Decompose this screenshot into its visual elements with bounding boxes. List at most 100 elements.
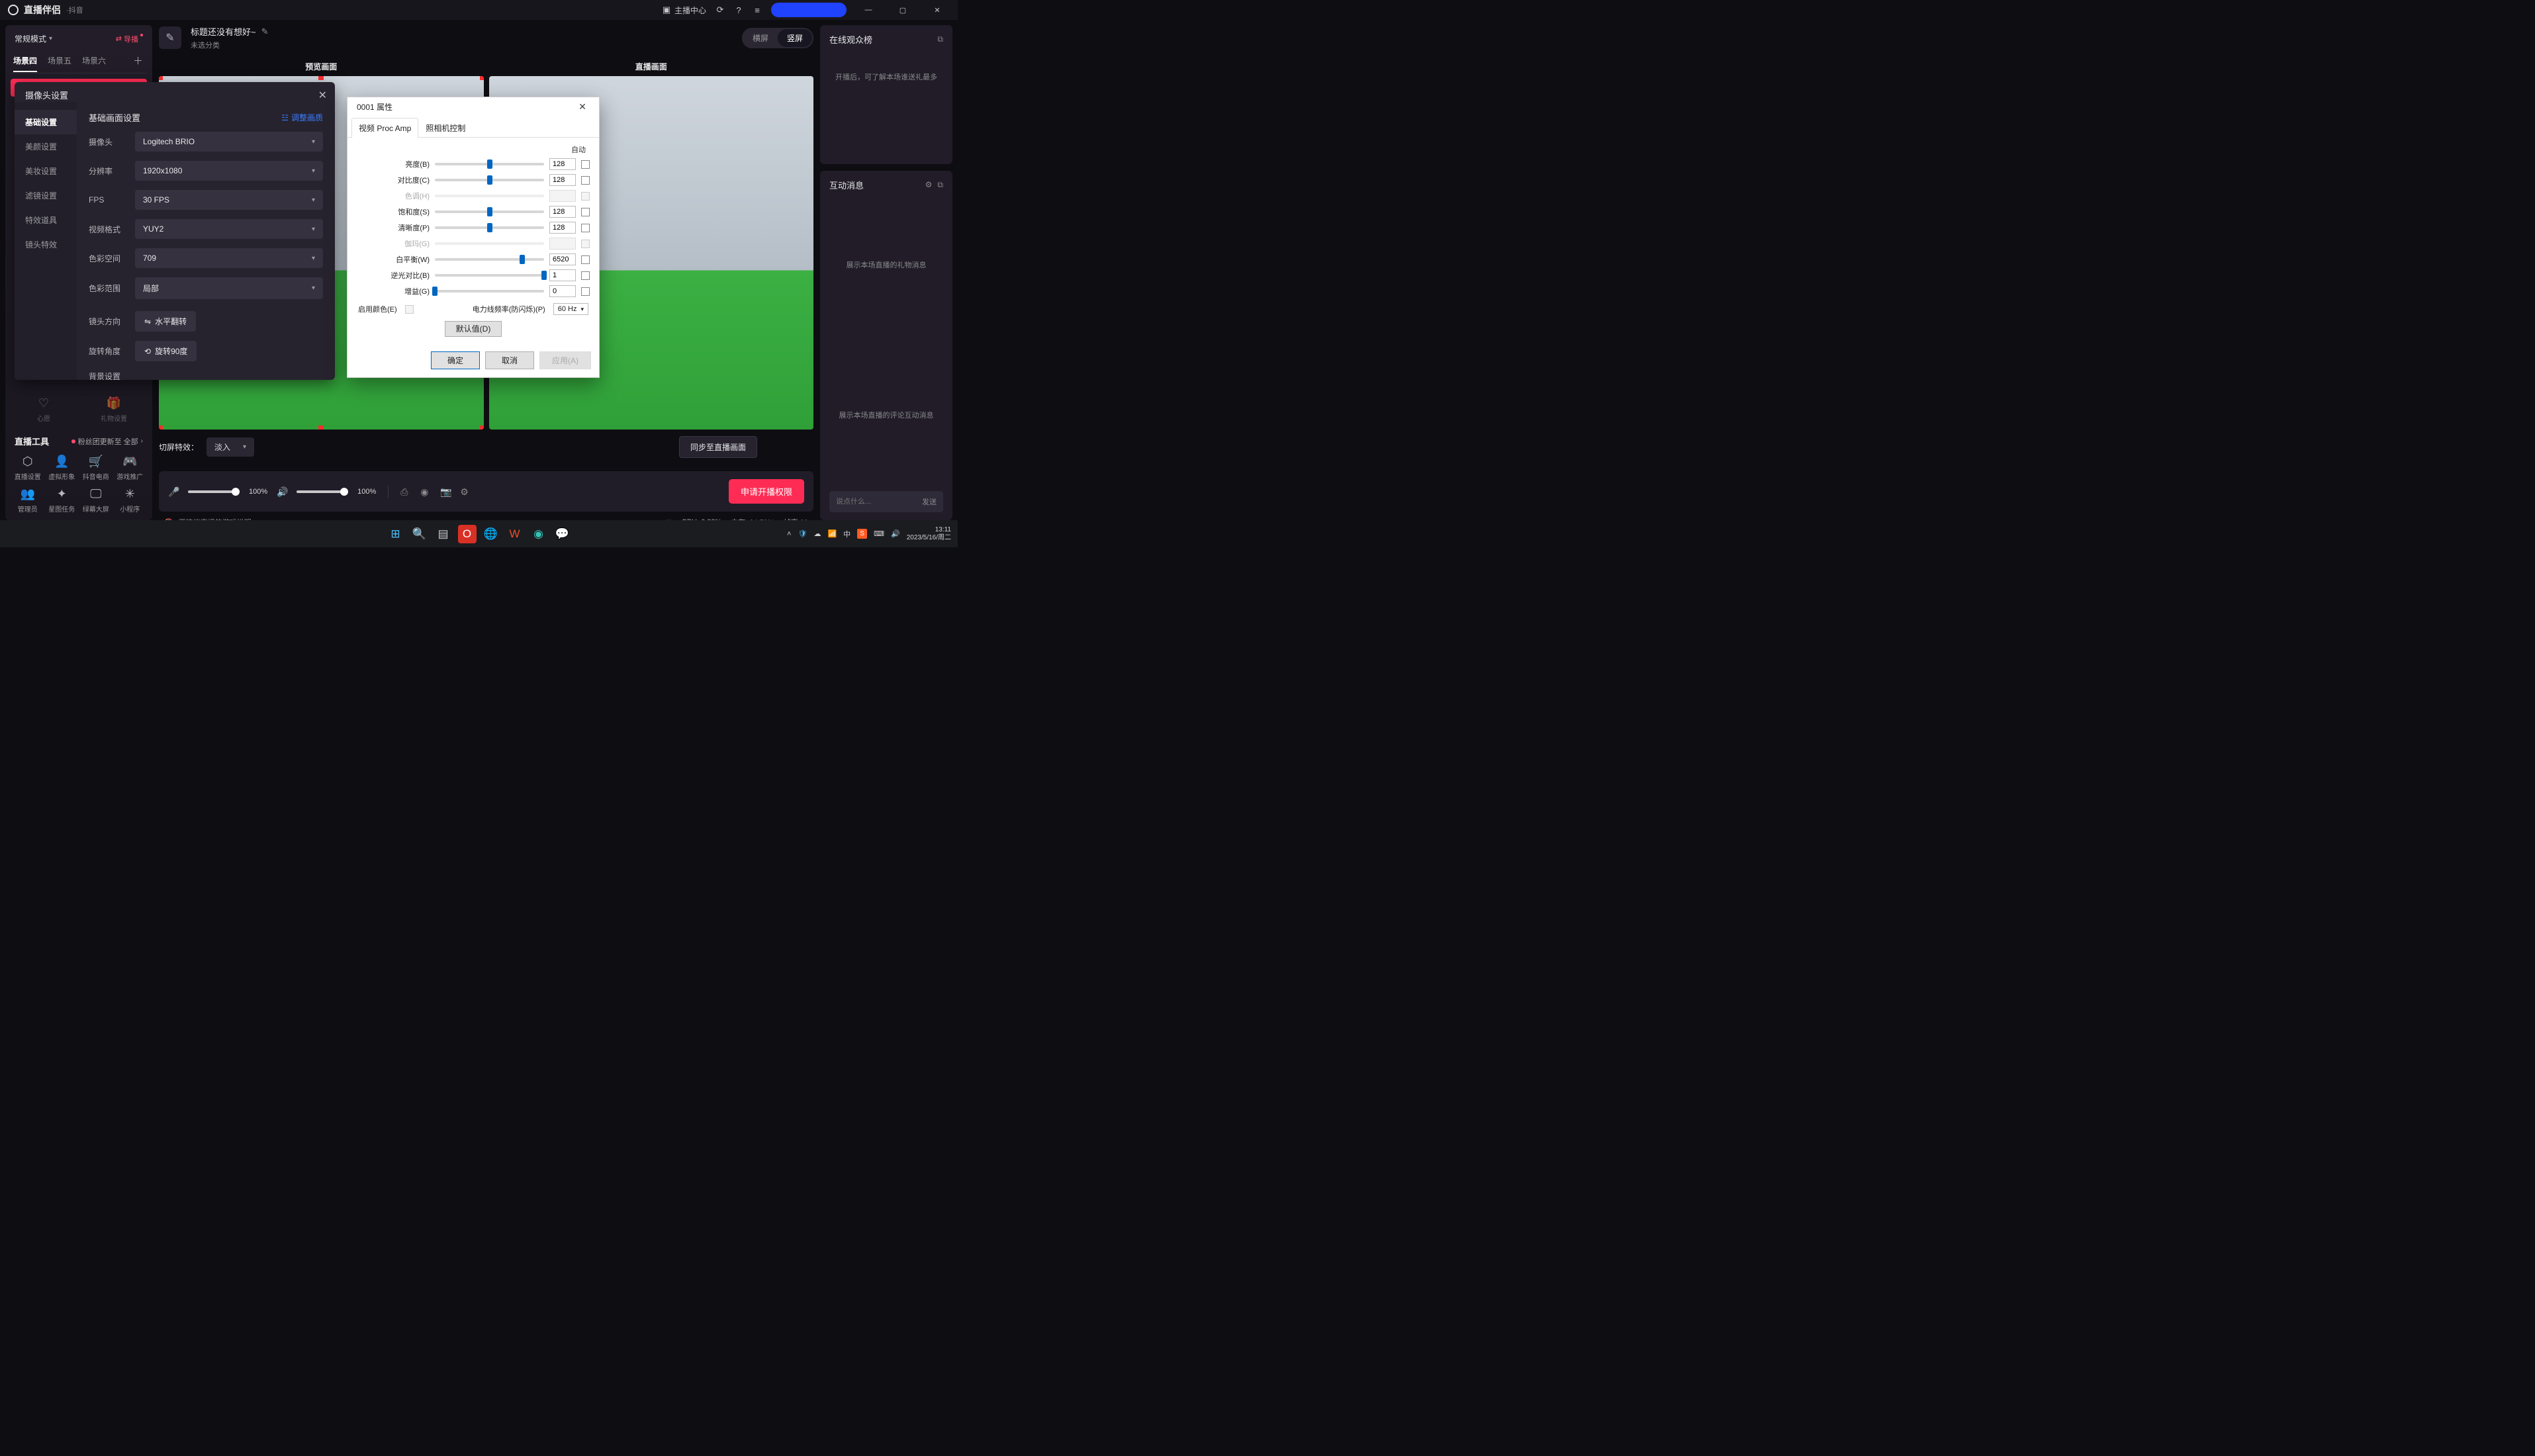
stream-category[interactable]: 未选分类 bbox=[191, 40, 269, 50]
edit-title-icon[interactable]: ✎ bbox=[261, 26, 269, 37]
tool-game-promo[interactable]: 🎮游戏推广 bbox=[113, 454, 148, 481]
tool-startask[interactable]: ✦星图任务 bbox=[45, 486, 79, 514]
settings-icon[interactable]: ⚙ bbox=[460, 486, 471, 497]
chrome-icon[interactable]: 🌐 bbox=[482, 525, 500, 543]
format-select[interactable]: YUY2▾ bbox=[135, 219, 323, 239]
tool-greenscreen[interactable]: 🖵绿幕大屏 bbox=[79, 486, 113, 514]
tab-camera-control[interactable]: 照相机控制 bbox=[418, 118, 473, 138]
tray-sogou-icon[interactable]: S bbox=[857, 529, 867, 539]
search-button[interactable]: 🔍 bbox=[410, 525, 429, 543]
scene-tab[interactable]: 场景五 bbox=[48, 52, 71, 71]
close-button[interactable]: ✕ bbox=[925, 0, 950, 20]
edge-icon[interactable]: ◉ bbox=[530, 525, 548, 543]
tray-keyboard-icon[interactable]: ⌨ bbox=[874, 529, 884, 538]
transition-select[interactable]: 淡入▾ bbox=[207, 437, 254, 457]
prop-slider[interactable] bbox=[435, 210, 544, 213]
prop-value[interactable] bbox=[549, 253, 576, 265]
cam-tab-beauty[interactable]: 美颜设置 bbox=[15, 134, 77, 159]
add-scene-button[interactable]: ＋ bbox=[132, 51, 144, 73]
record-icon[interactable]: ◉ bbox=[420, 486, 431, 497]
speaker-volume-slider[interactable] bbox=[297, 490, 348, 493]
tray-ime-icon[interactable]: 中 bbox=[843, 529, 851, 539]
prop-value[interactable] bbox=[549, 285, 576, 297]
user-pill[interactable] bbox=[771, 3, 847, 17]
tray-clock[interactable]: 13:11 2023/5/16/周二 bbox=[907, 526, 951, 541]
prop-value[interactable] bbox=[549, 269, 576, 281]
add-source-wish[interactable]: ♡心愿 bbox=[11, 396, 77, 423]
scene-tab[interactable]: 场景六 bbox=[82, 52, 106, 71]
tools-link[interactable]: 粉丝团更新至 全部› bbox=[71, 436, 143, 447]
camera-select[interactable]: Logitech BRIO▾ bbox=[135, 132, 323, 152]
help-icon[interactable]: ? bbox=[734, 5, 743, 15]
fps-select[interactable]: 30 FPS▾ bbox=[135, 190, 323, 210]
refresh-icon[interactable]: ⟳ bbox=[715, 5, 725, 15]
add-source-gift[interactable]: 🎁礼物设置 bbox=[81, 396, 147, 423]
prop-auto-checkbox[interactable] bbox=[581, 287, 590, 296]
app-icon[interactable]: O bbox=[458, 525, 477, 543]
portrait-option[interactable]: 竖屏 bbox=[778, 29, 812, 47]
prop-value[interactable] bbox=[549, 206, 576, 218]
ok-button[interactable]: 确定 bbox=[431, 351, 480, 369]
tab-video-procamp[interactable]: 视频 Proc Amp bbox=[351, 118, 418, 138]
resolution-select[interactable]: 1920x1080▾ bbox=[135, 161, 323, 181]
scene-tab[interactable]: 场景四 bbox=[13, 52, 37, 71]
prop-slider[interactable] bbox=[435, 226, 544, 229]
screenshot-icon[interactable]: ⎙ bbox=[400, 486, 411, 497]
wps-icon[interactable]: W bbox=[506, 525, 524, 543]
default-button[interactable]: 默认值(D) bbox=[445, 321, 502, 337]
powerline-select[interactable]: 60 Hz▾ bbox=[553, 303, 588, 315]
tool-avatar[interactable]: 👤虚拟形象 bbox=[45, 454, 79, 481]
prop-auto-checkbox[interactable] bbox=[581, 255, 590, 264]
flip-horizontal-button[interactable]: ⇋水平翻转 bbox=[135, 311, 196, 332]
prop-auto-checkbox[interactable] bbox=[581, 160, 590, 169]
prop-slider[interactable] bbox=[435, 290, 544, 293]
wechat-icon[interactable]: 💬 bbox=[553, 525, 572, 543]
colorrange-select[interactable]: 局部▾ bbox=[135, 277, 323, 299]
tray-expand-icon[interactable]: ˄ bbox=[787, 530, 791, 538]
prop-value[interactable] bbox=[549, 158, 576, 170]
cam-tab-basic[interactable]: 基础设置 bbox=[15, 110, 77, 134]
minimize-button[interactable]: — bbox=[856, 0, 881, 20]
prop-slider[interactable] bbox=[435, 163, 544, 165]
camera-panel-close-button[interactable]: ✕ bbox=[318, 89, 327, 102]
tray-wifi-icon[interactable]: 📶 bbox=[827, 529, 837, 538]
send-button[interactable]: 发送 bbox=[922, 496, 937, 507]
task-view-button[interactable]: ▤ bbox=[434, 525, 453, 543]
start-button[interactable]: ⊞ bbox=[387, 525, 405, 543]
tool-miniapp[interactable]: ✳小程序 bbox=[113, 486, 148, 514]
prop-value[interactable] bbox=[549, 174, 576, 186]
mic-icon[interactable]: 🎤 bbox=[168, 486, 179, 497]
sync-to-program-button[interactable]: 同步至直播画面 bbox=[679, 436, 757, 458]
prop-slider[interactable] bbox=[435, 258, 544, 261]
cancel-button[interactable]: 取消 bbox=[485, 351, 534, 369]
cam-tab-lens[interactable]: 镜头特效 bbox=[15, 232, 77, 257]
maximize-button[interactable]: ▢ bbox=[890, 0, 915, 20]
scene-mode-select[interactable]: 常规模式▾ bbox=[15, 33, 52, 44]
cam-tab-makeup[interactable]: 美妆设置 bbox=[15, 159, 77, 183]
prop-slider[interactable] bbox=[435, 179, 544, 181]
anchor-center-button[interactable]: ▣ 主播中心 bbox=[662, 5, 706, 16]
rotate-90-button[interactable]: ⟲旋转90度 bbox=[135, 341, 197, 361]
camera-icon[interactable]: 📷 bbox=[440, 486, 451, 497]
popout-icon[interactable]: ⧉ bbox=[937, 180, 943, 190]
prop-slider[interactable] bbox=[435, 274, 544, 277]
menu-icon[interactable]: ≡ bbox=[753, 5, 762, 15]
prop-auto-checkbox[interactable] bbox=[581, 271, 590, 280]
dialog-close-button[interactable]: ✕ bbox=[573, 101, 592, 113]
landscape-option[interactable]: 横屏 bbox=[743, 29, 778, 47]
tool-commerce[interactable]: 🛒抖音电商 bbox=[79, 454, 113, 481]
popout-icon[interactable]: ⧉ bbox=[937, 34, 943, 44]
tool-stream-settings[interactable]: ⬡直播设置 bbox=[11, 454, 45, 481]
tray-volume-icon[interactable]: 🔊 bbox=[891, 529, 900, 538]
colorspace-select[interactable]: 709▾ bbox=[135, 248, 323, 268]
edit-scene-button[interactable]: ✎ bbox=[159, 26, 181, 49]
cam-tab-effects[interactable]: 特效道具 bbox=[15, 208, 77, 232]
mic-volume-slider[interactable] bbox=[188, 490, 240, 493]
message-input[interactable] bbox=[836, 498, 909, 506]
settings-icon[interactable]: ⚙ bbox=[925, 180, 933, 190]
guide-mode-button[interactable]: ⇄导播 bbox=[116, 34, 143, 44]
start-stream-button[interactable]: 申请开播权限 bbox=[729, 479, 804, 504]
prop-value[interactable] bbox=[549, 222, 576, 234]
speaker-icon[interactable]: 🔊 bbox=[277, 486, 287, 497]
prop-auto-checkbox[interactable] bbox=[581, 176, 590, 185]
